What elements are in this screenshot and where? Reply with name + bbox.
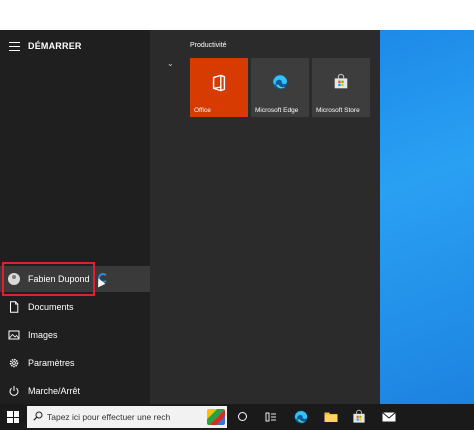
taskbar-store-button[interactable] [346,404,372,430]
start-button[interactable] [0,404,26,430]
tile-label: Microsoft Edge [255,107,299,114]
image-icon [8,330,20,340]
chevron-down-icon[interactable]: ⌄ [167,59,174,68]
taskbar-search-box[interactable] [27,406,227,428]
tile-group-title[interactable]: Productivité [190,42,227,49]
start-header[interactable]: DÉMARRER [0,36,150,56]
rail-item-power[interactable]: Marche/Arrêt [0,378,150,404]
document-icon [10,301,19,313]
search-input[interactable] [47,409,202,425]
window-top-edge [0,0,474,30]
cortana-button[interactable] [230,404,256,430]
gear-icon [9,358,19,368]
desktop-background [380,30,474,404]
rail-item-label: Paramètres [28,358,75,368]
start-title: DÉMARRER [28,41,82,51]
rail-item-settings[interactable]: Paramètres [0,350,150,376]
tile-label: Office [194,107,211,114]
file-explorer-button[interactable] [318,404,344,430]
red-highlight-annotation [2,262,95,296]
mail-button[interactable] [376,404,402,430]
mail-icon [382,412,396,422]
rail-item-label: Images [28,330,58,340]
edge-icon [272,74,288,90]
hamburger-menu-icon[interactable] [9,42,20,51]
taskbar [0,404,474,430]
taskbar-edge-button[interactable] [288,404,314,430]
rail-item-label: Documents [28,302,74,312]
rail-item-label: Marche/Arrêt [28,386,81,396]
tile-label: Microsoft Store [316,107,360,114]
start-left-rail: DÉMARRER Fabien Dupond Documents Images [0,30,150,404]
file-explorer-icon [324,412,338,422]
rail-item-documents[interactable]: Documents [0,294,150,320]
tile-microsoft-store[interactable]: Microsoft Store [312,58,370,117]
windows-logo-icon [7,411,19,423]
search-icon [33,411,43,421]
start-menu: DÉMARRER Fabien Dupond Documents Images [0,30,380,404]
search-highlight-image[interactable] [207,409,225,425]
task-view-icon [265,412,276,422]
power-icon [9,386,19,396]
tile-microsoft-edge[interactable]: Microsoft Edge [251,58,309,117]
tile-office[interactable]: Office [190,58,248,117]
cortana-icon [238,412,247,421]
rail-item-images[interactable]: Images [0,322,150,348]
edge-icon [294,410,308,424]
office-icon [212,74,226,92]
tiles-area: Productivité ⌄ Office Microsoft Edge Mic… [150,30,380,404]
store-icon [353,409,365,423]
store-icon [334,73,348,89]
task-view-button[interactable] [258,404,284,430]
